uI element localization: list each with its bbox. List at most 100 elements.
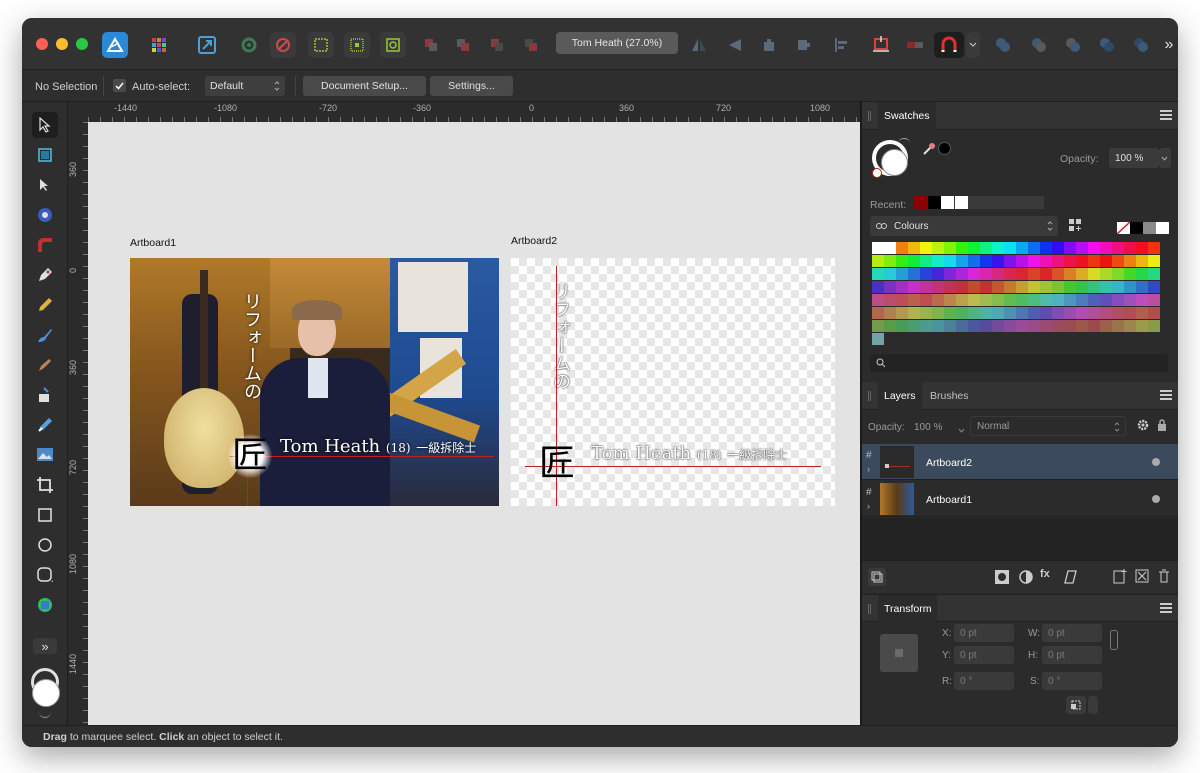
fill-tool-icon[interactable]: [32, 352, 58, 378]
palette-swatch[interactable]: [1148, 242, 1160, 254]
palette-swatch[interactable]: [872, 320, 884, 332]
export-persona-icon[interactable]: [194, 32, 220, 58]
palette-swatch[interactable]: [1004, 294, 1016, 306]
palette-swatch[interactable]: [932, 242, 944, 254]
recent-color[interactable]: [928, 196, 941, 209]
palette-swatch[interactable]: [1112, 255, 1124, 267]
palette-swatch[interactable]: [968, 255, 980, 267]
palette-swatch[interactable]: [884, 242, 896, 254]
palette-swatch[interactable]: [896, 268, 908, 280]
palette-swatch[interactable]: [1136, 268, 1148, 280]
palette-swatch[interactable]: [1124, 242, 1136, 254]
group-layers-icon[interactable]: [1134, 568, 1150, 584]
layer-settings-gear-icon[interactable]: [1136, 418, 1150, 432]
flip-horizontal-icon[interactable]: [686, 32, 712, 58]
palette-swatch[interactable]: [872, 255, 884, 267]
palette-swatch[interactable]: [920, 320, 932, 332]
palette-swatch[interactable]: [1004, 307, 1016, 319]
rotate-right-icon[interactable]: [790, 32, 816, 58]
palette-swatch[interactable]: [1028, 268, 1040, 280]
recent-color[interactable]: [941, 196, 954, 209]
palette-swatch[interactable]: [1028, 294, 1040, 306]
force-pixel-alignment-icon[interactable]: [270, 32, 296, 58]
selection-box-icon[interactable]: [308, 32, 334, 58]
palette-swatch[interactable]: [1052, 268, 1064, 280]
palette-swatch[interactable]: [1088, 307, 1100, 319]
rectangle-tool-icon[interactable]: [32, 502, 58, 528]
y-field[interactable]: 0 pt: [954, 646, 1014, 664]
tab-layers[interactable]: Layers: [878, 382, 922, 410]
recent-color[interactable]: [955, 196, 968, 209]
palette-swatch[interactable]: [1064, 255, 1076, 267]
corner-tool-icon[interactable]: [32, 232, 58, 258]
palette-swatch[interactable]: [1136, 294, 1148, 306]
adjustments-icon[interactable]: [1018, 569, 1034, 585]
palette-swatch[interactable]: [1040, 307, 1052, 319]
h-field[interactable]: 0 pt: [1042, 646, 1102, 664]
palette-swatch[interactable]: [1088, 255, 1100, 267]
palette-swatch[interactable]: [932, 268, 944, 280]
vector-brush-tool-icon[interactable]: [32, 322, 58, 348]
palette-swatch[interactable]: [1076, 320, 1088, 332]
palette-swatch[interactable]: [1076, 268, 1088, 280]
palette-swatch[interactable]: [1100, 294, 1112, 306]
palette-swatch[interactable]: [1028, 255, 1040, 267]
palette-swatch[interactable]: [956, 268, 968, 280]
palette-swatch[interactable]: [920, 255, 932, 267]
artboard1[interactable]: リフォームの 匠 Tom Heath (18) 一級拆除士: [130, 258, 499, 506]
palette-swatch[interactable]: [1040, 242, 1052, 254]
palette-swatch[interactable]: [1136, 307, 1148, 319]
palette-swatch[interactable]: [1016, 307, 1028, 319]
palette-swatch[interactable]: [968, 294, 980, 306]
palette-swatch[interactable]: [1052, 255, 1064, 267]
ellipse-tool-icon[interactable]: [32, 532, 58, 558]
palette-swatch[interactable]: [1112, 281, 1124, 293]
expand-chevron-icon[interactable]: ›: [867, 464, 870, 474]
palette-swatch[interactable]: [896, 255, 908, 267]
palette-swatch[interactable]: [992, 281, 1004, 293]
layers-menu-icon[interactable]: [1160, 390, 1172, 400]
gray-swatch[interactable]: [1143, 222, 1156, 234]
palette-swatch[interactable]: [1100, 307, 1112, 319]
align-icon[interactable]: [828, 32, 854, 58]
palette-swatch[interactable]: [872, 281, 884, 293]
palette-swatch[interactable]: [1004, 320, 1016, 332]
palette-swatch[interactable]: [1124, 255, 1136, 267]
swatches-opacity-chevron-icon[interactable]: [1159, 148, 1171, 168]
palette-swatch[interactable]: [1112, 320, 1124, 332]
swatch-fill-well[interactable]: [881, 149, 908, 176]
tab-brushes[interactable]: Brushes: [924, 382, 975, 410]
palette-swatch[interactable]: [1016, 255, 1028, 267]
none-swatch[interactable]: [1117, 222, 1130, 234]
palette-swatch[interactable]: [1148, 307, 1160, 319]
palette-swatch[interactable]: [896, 281, 908, 293]
palette-swatch[interactable]: [1100, 268, 1112, 280]
palette-swatch[interactable]: [1016, 268, 1028, 280]
tab-transform[interactable]: Transform: [878, 595, 938, 623]
palette-swatch[interactable]: [920, 281, 932, 293]
anchor-selector[interactable]: [880, 634, 918, 672]
palette-swatch[interactable]: [1112, 294, 1124, 306]
palette-swatch[interactable]: [992, 307, 1004, 319]
palette-swatch[interactable]: [932, 255, 944, 267]
palette-swatch[interactable]: [1100, 320, 1112, 332]
zoom-window-button[interactable]: [76, 38, 88, 50]
palette-swatch[interactable]: [944, 281, 956, 293]
workspace[interactable]: Artboard1 リフォームの 匠 Tom Heath (18) 一級拆除士 …: [88, 122, 860, 725]
palette-swatch[interactable]: [920, 307, 932, 319]
palette-swatch[interactable]: [884, 281, 896, 293]
pixel-persona-icon[interactable]: [146, 32, 172, 58]
designer-persona-icon[interactable]: [102, 32, 128, 58]
close-window-button[interactable]: [36, 38, 48, 50]
artboard2-label[interactable]: Artboard2: [511, 235, 557, 247]
palette-swatch[interactable]: [1136, 281, 1148, 293]
palette-swatch[interactable]: [1064, 307, 1076, 319]
palette-swatch[interactable]: [1088, 242, 1100, 254]
rotate-left-icon[interactable]: [756, 32, 782, 58]
rounded-rectangle-tool-icon[interactable]: [32, 562, 58, 588]
palette-swatch[interactable]: [992, 268, 1004, 280]
palette-swatch[interactable]: [908, 242, 920, 254]
expand-tools-icon[interactable]: »: [33, 638, 57, 654]
palette-swatch[interactable]: [896, 307, 908, 319]
palette-swatch[interactable]: [1076, 307, 1088, 319]
